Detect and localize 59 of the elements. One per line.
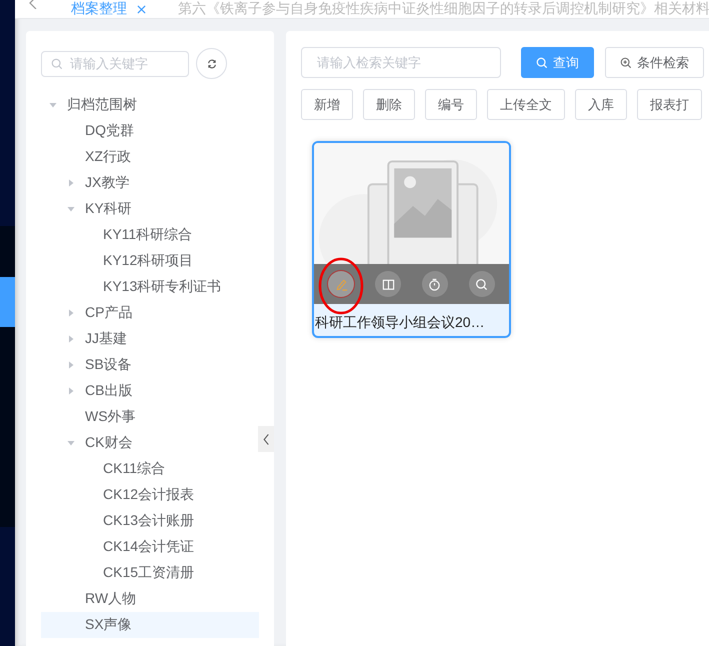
tree-node[interactable]: JX教学: [41, 170, 259, 196]
sidebar-highlight[interactable]: [0, 277, 15, 327]
toolbar-button[interactable]: 上传全文: [487, 89, 565, 120]
tree-node[interactable]: CK11综合: [41, 456, 259, 482]
refresh-icon: [206, 58, 216, 68]
caret-icon[interactable]: [67, 335, 75, 343]
tree-node[interactable]: 归档范围树: [41, 92, 259, 118]
tree-node[interactable]: SX声像: [41, 612, 259, 638]
caret-icon[interactable]: [67, 179, 75, 187]
caret-icon[interactable]: [67, 439, 75, 447]
tree-node[interactable]: KY12科研项目: [41, 248, 259, 274]
tree-node[interactable]: CK14会计凭证: [41, 534, 259, 560]
action-button[interactable]: [468, 271, 495, 297]
tree-node[interactable]: RW人物: [41, 586, 259, 612]
caret-icon[interactable]: [67, 387, 75, 395]
toolbar-button[interactable]: 删除: [363, 89, 415, 120]
tree-node[interactable]: CK财会: [41, 430, 259, 456]
collapse-button[interactable]: [258, 426, 274, 452]
refresh-button[interactable]: [196, 48, 227, 79]
action-button[interactable]: [422, 271, 448, 297]
action-button[interactable]: [328, 271, 354, 297]
tree-node[interactable]: DQ党群: [41, 118, 259, 144]
search-icon: [536, 56, 548, 68]
tree-node[interactable]: XZ行政: [41, 144, 259, 170]
action-button[interactable]: [375, 271, 402, 297]
close-icon[interactable]: [137, 4, 146, 14]
filter-search-button[interactable]: 条件检索: [605, 47, 704, 78]
caret-icon[interactable]: [67, 309, 75, 317]
chevron-left-icon: [263, 434, 269, 444]
tree-node[interactable]: KY13科研专利证书: [41, 274, 259, 300]
caret-icon[interactable]: [49, 101, 57, 109]
zoom-in-icon: [620, 56, 632, 68]
tree-node[interactable]: WS外事: [41, 404, 259, 430]
tree-node[interactable]: CK15工资清册: [41, 560, 259, 586]
pencil-icon: [334, 278, 348, 290]
toolbar-button[interactable]: 入库: [575, 89, 627, 120]
toolbar-button[interactable]: 报表打: [637, 89, 702, 120]
caret-icon[interactable]: [67, 361, 75, 369]
file-card[interactable]: 科研工作领导小组会议20…: [312, 141, 511, 338]
search-icon: [475, 278, 488, 290]
search-field[interactable]: 请输入关键字: [41, 50, 189, 76]
search-icon: [51, 58, 63, 70]
tree-node[interactable]: JJ基建: [41, 326, 259, 352]
card-title: 科研工作领导小组会议20…: [314, 313, 486, 332]
tree-node[interactable]: KY科研: [41, 196, 259, 222]
annotation-ellipse: [318, 257, 364, 315]
book-icon: [382, 278, 395, 290]
caret-icon[interactable]: [67, 205, 75, 213]
tree-node[interactable]: KY11科研综合: [41, 222, 259, 248]
stopwatch-icon: [428, 278, 442, 290]
chevron-left-icon[interactable]: [29, 0, 37, 9]
toolbar-button[interactable]: 编号: [425, 89, 477, 120]
tree-node[interactable]: SB设备: [41, 352, 259, 378]
toolbar-button[interactable]: 新增: [301, 89, 353, 120]
tree-node[interactable]: CP产品: [41, 300, 259, 326]
tree-node[interactable]: CK12会计报表: [41, 482, 259, 508]
search-field[interactable]: 请输入检索关键字: [301, 47, 501, 78]
tree-node[interactable]: CB出版: [41, 378, 259, 404]
tree-node[interactable]: CK13会计账册: [41, 508, 259, 534]
